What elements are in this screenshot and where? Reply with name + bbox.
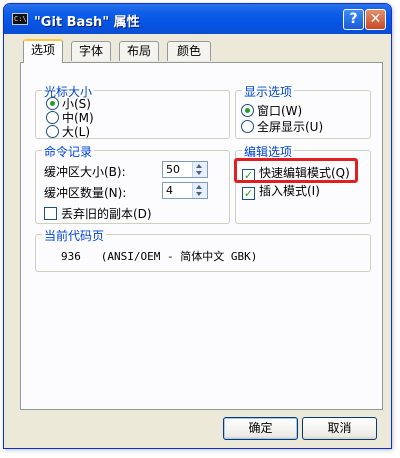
- spin-down-icon[interactable]: [196, 171, 202, 175]
- code-page-value: 936 (ANSI/OEM - 简体中文 GBK): [61, 250, 258, 263]
- radio-button[interactable]: [241, 104, 254, 117]
- spin-down-icon[interactable]: [196, 192, 202, 196]
- buffer-size-value: 50: [166, 163, 180, 176]
- highlight-box: [234, 158, 358, 183]
- radio-display-fullscreen[interactable]: 全屏显示(U): [241, 118, 323, 135]
- radio-label: 大(L): [62, 125, 91, 139]
- checkbox-label: 丢弃旧的副本(D): [61, 207, 152, 221]
- command-history-legend: 命令记录: [42, 143, 95, 160]
- checkbox-label: 插入模式(I): [259, 184, 320, 198]
- radio-label: 窗口(W): [257, 104, 303, 118]
- buffer-size-label: 缓冲区大小(B):: [44, 165, 126, 179]
- buffer-count-value: 4: [166, 184, 173, 197]
- tab-options[interactable]: 选项: [23, 39, 63, 63]
- spin-up-icon[interactable]: [196, 185, 202, 189]
- spin-arrows[interactable]: [192, 183, 207, 198]
- buffer-count-label: 缓冲区数量(N):: [44, 186, 127, 200]
- checkmark-icon[interactable]: ✓: [242, 187, 255, 200]
- radio-button[interactable]: [46, 125, 59, 138]
- buffer-size-stepper[interactable]: 50: [162, 161, 208, 178]
- cancel-button[interactable]: 取消: [302, 417, 377, 440]
- tab-font[interactable]: 字体: [71, 41, 111, 61]
- radio-button[interactable]: [241, 120, 254, 133]
- spin-up-icon[interactable]: [196, 164, 202, 168]
- discard-old-duplicates-checkbox[interactable]: 丢弃旧的副本(D): [44, 205, 152, 222]
- help-button[interactable]: ?: [343, 9, 364, 30]
- console-icon: C:\: [12, 13, 28, 25]
- code-page-legend: 当前代码页: [42, 227, 107, 244]
- display-options-legend: 显示选项: [242, 83, 295, 100]
- insert-mode-checkbox[interactable]: ✓ 插入模式(I): [242, 182, 320, 200]
- tab-layout[interactable]: 布局: [119, 41, 159, 61]
- radio-label: 全屏显示(U): [257, 120, 324, 134]
- spin-arrows[interactable]: [192, 162, 207, 177]
- radio-cursor-large[interactable]: 大(L): [46, 123, 90, 140]
- window-title: "Git Bash" 属性: [34, 15, 140, 30]
- ok-button[interactable]: 确定: [223, 417, 298, 440]
- close-button[interactable]: ✕: [365, 9, 386, 30]
- tab-colors[interactable]: 颜色: [167, 41, 211, 61]
- title-bar[interactable]: C:\ "Git Bash" 属性 ? ✕: [4, 4, 391, 34]
- buffer-count-stepper[interactable]: 4: [162, 182, 208, 199]
- radio-display-window[interactable]: 窗口(W): [241, 102, 302, 119]
- checkbox[interactable]: [44, 207, 57, 220]
